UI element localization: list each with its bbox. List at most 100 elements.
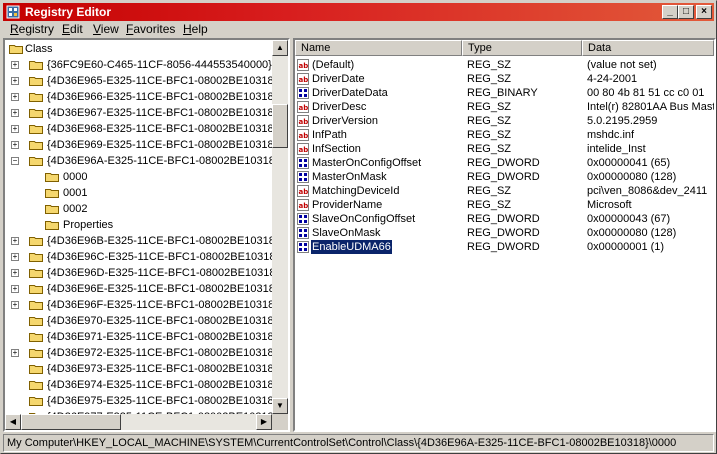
value-data: intelide_Inst [587, 143, 646, 155]
values-list-pane[interactable]: Name Type Data ab (Default) REG_SZ (value n… [293, 38, 716, 432]
tree-item-label: {4D36E971-E325-11CE-BFC1-08002BE10318} [47, 331, 278, 343]
tree-horizontal-scrollbar[interactable]: ◀ ▶ [5, 414, 272, 430]
value-data: Microsoft [587, 199, 632, 211]
expand-icon[interactable]: + [11, 349, 19, 357]
scroll-right-arrow-icon[interactable]: ▶ [256, 414, 272, 430]
expand-icon[interactable]: + [11, 285, 19, 293]
folder-icon [29, 93, 43, 102]
string-value-icon: ab [297, 101, 309, 113]
value-data: 5.0.2195.2959 [587, 115, 658, 127]
binary-value-icon [297, 213, 309, 225]
tree-item-label: {4D36E970-E325-11CE-BFC1-08002BE10318} [47, 315, 278, 327]
table-row[interactable]: ab InfPath REG_SZ mshdc.inf [295, 128, 714, 142]
value-data: mshdc.inf [587, 129, 635, 141]
expand-icon[interactable]: + [11, 93, 19, 101]
scroll-corner [272, 414, 288, 430]
value-type: REG_SZ [467, 185, 512, 197]
svg-text:ab: ab [299, 104, 309, 112]
value-data: 00 80 4b 81 51 cc c0 01 [587, 87, 705, 99]
expand-icon[interactable]: + [11, 61, 19, 69]
column-header-name[interactable]: Name [295, 40, 462, 56]
scroll-down-arrow-icon[interactable]: ▼ [272, 398, 288, 414]
scroll-up-arrow-icon[interactable]: ▲ [272, 40, 288, 56]
value-type: REG_SZ [467, 73, 512, 85]
expand-icon[interactable]: + [11, 109, 19, 117]
table-row[interactable]: ab (Default) REG_SZ (value not set) [295, 58, 714, 72]
expand-icon[interactable]: + [11, 237, 19, 245]
scroll-left-arrow-icon[interactable]: ◀ [5, 414, 21, 430]
title-bar[interactable]: Registry Editor _ □ × [3, 3, 714, 21]
tree-item-label: {4D36E96A-E325-11CE-BFC1-08002BE10318} [47, 155, 279, 167]
registry-editor-icon [6, 5, 20, 19]
tree-item-label: 0002 [63, 203, 88, 215]
column-header-data[interactable]: Data [582, 40, 714, 56]
table-row[interactable]: ab DriverDate REG_SZ 4-24-2001 [295, 72, 714, 86]
value-data: 0x00000043 (67) [587, 213, 671, 225]
folder-icon [29, 381, 43, 390]
menu-edit[interactable]: Edit [62, 22, 83, 36]
menu-favorites[interactable]: Favorites [126, 22, 175, 36]
table-row[interactable]: MasterOnConfigOffset REG_DWORD 0x00000041 … [295, 156, 714, 170]
folder-icon [45, 189, 59, 198]
value-type: REG_BINARY [467, 87, 538, 99]
value-data: 0x00000041 (65) [587, 157, 671, 169]
svg-text:ab: ab [299, 118, 309, 126]
folder-icon [9, 45, 23, 54]
scroll-thumb[interactable] [272, 104, 288, 148]
menu-help[interactable]: Help [183, 22, 208, 36]
folder-icon [29, 317, 43, 326]
menu-view[interactable]: View [93, 22, 119, 36]
maximize-button[interactable]: □ [678, 5, 694, 19]
table-row[interactable]: SlaveOnConfigOffset REG_DWORD 0x00000043 (… [295, 212, 714, 226]
value-data: Intel(r) 82801AA Bus Mast [587, 101, 714, 113]
binary-value-icon [297, 171, 309, 183]
folder-icon [29, 61, 43, 70]
svg-text:ab: ab [299, 62, 309, 70]
svg-text:ab: ab [299, 76, 309, 84]
folder-icon [29, 333, 43, 342]
key-tree-pane[interactable]: Class + {36FC9E60-C465-11CF-8056-44455354… [3, 38, 290, 432]
value-type: REG_SZ [467, 115, 512, 127]
value-type: REG_DWORD [467, 171, 540, 183]
table-row[interactable]: MasterOnMask REG_DWORD 0x00000080 (128) [295, 170, 714, 184]
folder-icon [29, 77, 43, 86]
folder-icon [29, 269, 43, 278]
expand-icon[interactable]: + [11, 269, 19, 277]
folder-icon [29, 109, 43, 118]
close-button[interactable]: × [696, 5, 712, 19]
string-value-icon: ab [297, 143, 309, 155]
window-title: Registry Editor [25, 5, 112, 19]
column-header-type[interactable]: Type [462, 40, 582, 56]
table-row[interactable]: SlaveOnMask REG_DWORD 0x00000080 (128) [295, 226, 714, 240]
string-value-icon: ab [297, 59, 309, 71]
tree-item-label: {4D36E969-E325-11CE-BFC1-08002BE10318} [47, 139, 278, 151]
value-data: 4-24-2001 [587, 73, 638, 85]
menu-registry[interactable]: Registry [10, 22, 54, 36]
tree-vertical-scrollbar[interactable]: ▲ ▼ [272, 40, 288, 414]
expand-icon[interactable]: + [11, 301, 19, 309]
table-row[interactable]: ab DriverVersion REG_SZ 5.0.2195.2959 [295, 114, 714, 128]
collapse-icon[interactable]: − [11, 157, 19, 165]
table-row[interactable]: ab ProviderName REG_SZ Microsoft [295, 198, 714, 212]
value-name: DriverVersion [312, 115, 379, 127]
binary-value-icon [297, 227, 309, 239]
table-row[interactable]: EnableUDMA66 REG_DWORD 0x00000001 (1) [295, 239, 714, 255]
binary-value-icon [297, 87, 309, 99]
expand-icon[interactable]: + [11, 77, 19, 85]
table-row[interactable]: DriverDateData REG_BINARY 00 80 4b 81 51 c… [295, 86, 714, 100]
tree-item-label: {4D36E965-E325-11CE-BFC1-08002BE10318} [47, 75, 278, 87]
string-value-icon: ab [297, 199, 309, 211]
string-value-icon: ab [297, 73, 309, 85]
hscroll-thumb[interactable] [21, 414, 121, 430]
table-row[interactable]: ab DriverDesc REG_SZ Intel(r) 82801AA Bus M… [295, 100, 714, 114]
minimize-button[interactable]: _ [662, 5, 678, 19]
expand-icon[interactable]: + [11, 141, 19, 149]
expand-icon[interactable]: + [11, 125, 19, 133]
table-row[interactable]: ab InfSection REG_SZ intelide_Inst [295, 142, 714, 156]
value-name: DriverDateData [312, 87, 388, 99]
expand-icon[interactable]: + [11, 253, 19, 261]
folder-icon [29, 365, 43, 374]
folder-icon [29, 349, 43, 358]
table-row[interactable]: ab MatchingDeviceId REG_SZ pci\ven_8086&dev… [295, 184, 714, 198]
folder-icon [29, 141, 43, 150]
